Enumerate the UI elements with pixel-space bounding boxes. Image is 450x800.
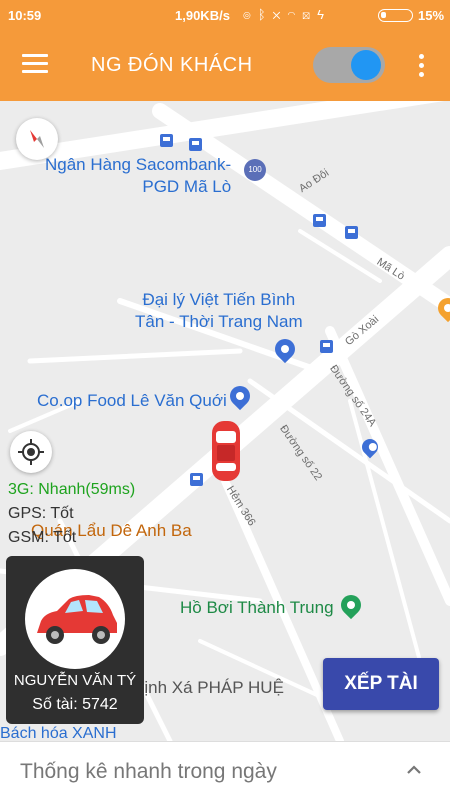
bus-stop-icon[interactable] (320, 340, 333, 353)
app-bar: NG ĐÓN KHÁCH (0, 30, 450, 101)
place-sacombank[interactable]: Ngân Hàng Sacombank- PGD Mã Lò (45, 154, 231, 198)
compass-icon[interactable] (16, 118, 58, 160)
car-avatar-icon (37, 595, 117, 644)
online-toggle[interactable] (313, 47, 385, 83)
sim-icon: ⊠ (302, 7, 318, 22)
driver-name: NGUYỄN VĂN TÝ (13, 672, 137, 689)
hamburger-menu-icon[interactable] (22, 54, 48, 74)
bluetooth-icon: ᛒ (257, 7, 273, 22)
vehicle-number: Số tài: 5742 (32, 696, 118, 713)
status-bar: 10:59 1,90KB/s ◎ᛒ✕◠⊠ϟ 15% (0, 0, 450, 30)
battery-icon (378, 9, 413, 22)
map-view[interactable]: Ngân Hàng Sacombank- PGD Mã Lò 100 Đại l… (0, 101, 450, 741)
place-bach-hoa[interactable]: Bách hóa XANH (0, 725, 117, 741)
place-tinh-xa[interactable]: Tịnh Xá PHÁP HUỆ (134, 678, 284, 698)
alarm-icon: ◎ (243, 7, 258, 22)
chevron-up-icon[interactable] (404, 760, 424, 780)
status-icons: ◎ᛒ✕◠⊠ϟ (243, 7, 331, 22)
gps-status: GPS: Tốt (8, 505, 74, 522)
bus-stop-icon[interactable] (160, 134, 173, 147)
avatar (25, 569, 125, 669)
bank-pin-icon[interactable]: 100 (244, 159, 266, 181)
bus-stop-icon[interactable] (190, 473, 203, 486)
status-time: 10:59 (8, 8, 42, 23)
charging-icon: ϟ (317, 7, 331, 22)
gsm-status: GSM: Tốt (8, 529, 77, 546)
wifi-icon: ◠ (287, 7, 303, 22)
toggle-knob (351, 50, 381, 80)
network-speed: 1,90KB/s (175, 8, 230, 23)
my-location-icon[interactable] (10, 431, 52, 473)
place-coop-food[interactable]: Co.op Food Lê Văn Quới (37, 391, 227, 411)
network-status: 3G: Nhanh(59ms) (8, 481, 136, 498)
queue-button[interactable]: XẾP TÀI (323, 658, 439, 710)
vibrate-off-icon: ✕ (272, 7, 288, 22)
place-ho-boi[interactable]: Hồ Bơi Thành Trung (180, 598, 334, 618)
driver-card: NGUYỄN VĂN TÝ Số tài: 5742 (6, 556, 144, 724)
bus-stop-icon[interactable] (189, 138, 202, 151)
battery-percent: 15% (418, 8, 445, 23)
car-marker-icon (209, 419, 243, 488)
more-vertical-icon[interactable] (419, 54, 425, 81)
daily-stats-label: Thống kê nhanh trong ngày (20, 760, 277, 783)
bottom-sheet[interactable]: Thống kê nhanh trong ngày (0, 741, 450, 800)
bus-stop-icon[interactable] (345, 226, 358, 239)
place-viet-tien[interactable]: Đại lý Việt Tiến Bình Tân - Thời Trang N… (135, 289, 303, 333)
bus-stop-icon[interactable] (313, 214, 326, 227)
page-title: NG ĐÓN KHÁCH (91, 54, 253, 76)
